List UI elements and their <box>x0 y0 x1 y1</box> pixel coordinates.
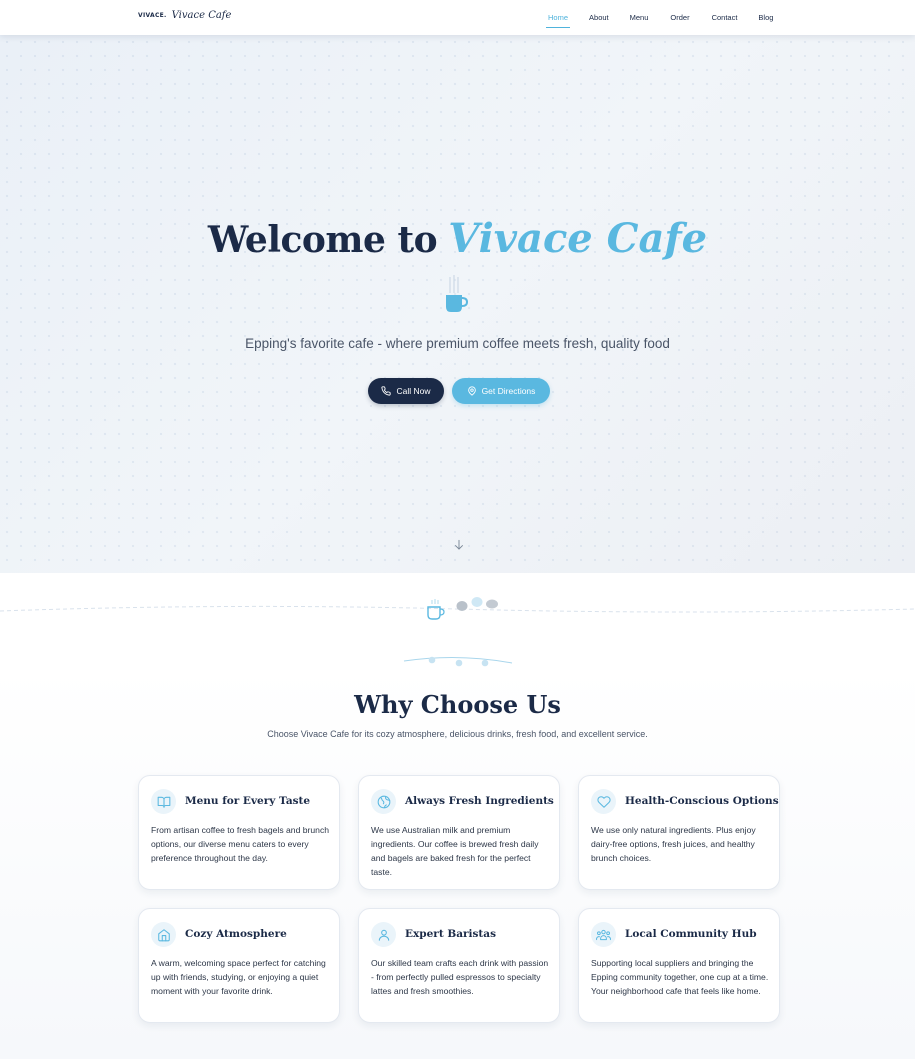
top-nav: VIVACE. Vivace Cafe Home About Menu Orde… <box>0 0 915 35</box>
feature-card-title: Always Fresh Ingredients <box>405 795 554 807</box>
arrow-down-icon[interactable] <box>452 538 466 552</box>
user-icon <box>371 922 396 947</box>
nav-link-order[interactable]: Order <box>670 13 689 22</box>
feature-card-title: Expert Baristas <box>405 928 496 940</box>
coffee-beans-icon <box>456 597 498 611</box>
section-subtitle: Choose Vivace Cafe for its cozy atmosphe… <box>267 729 648 739</box>
hero-section: Welcome to Vivace Cafe Epping's favorite… <box>0 35 915 573</box>
logo[interactable]: VIVACE. Vivace Cafe <box>138 10 231 21</box>
people-icon <box>591 922 616 947</box>
hero-title-welcome: Welcome to <box>207 219 438 261</box>
call-now-button[interactable]: Call Now <box>368 378 444 404</box>
logo-mark: VIVACE. <box>138 12 167 19</box>
book-icon <box>151 789 176 814</box>
get-directions-button[interactable]: Get Directions <box>452 378 550 404</box>
home-icon <box>151 922 176 947</box>
feature-card-desc: We use Australian milk and premium ingre… <box>371 825 539 877</box>
phone-icon <box>381 386 392 396</box>
feature-card-atmosphere: Cozy Atmosphere A warm, welcoming space … <box>138 908 340 1023</box>
nav-link-home[interactable]: Home <box>545 13 571 28</box>
feature-card-menu: Menu for Every Taste From artisan coffee… <box>138 775 340 890</box>
feature-card-desc: From artisan coffee to fresh bagels and … <box>151 825 330 863</box>
nav-links: Home About Menu Order Contact Blog <box>540 0 773 35</box>
feature-card-baristas: Expert Baristas Our skilled team crafts … <box>358 908 560 1023</box>
feature-card-community: Local Community Hub Supporting local sup… <box>578 908 780 1023</box>
nav-link-contact[interactable]: Contact <box>712 13 738 22</box>
feature-card-health: Health-Conscious Options We use only nat… <box>578 775 780 890</box>
hero-subtitle: Epping's favorite cafe - where premium c… <box>245 336 670 351</box>
feature-card-desc: We use only natural ingredients. Plus en… <box>591 825 756 863</box>
feature-card-title: Health-Conscious Options <box>625 795 779 807</box>
feature-card-fresh: Always Fresh Ingredients We use Australi… <box>358 775 560 890</box>
feature-card-title: Menu for Every Taste <box>185 795 311 807</box>
why-choose-us-section: Why Choose Us Choose Vivace Cafe for its… <box>0 668 915 1059</box>
hero-title-brand: Vivace Cafe <box>448 215 708 262</box>
nav-link-menu[interactable]: Menu <box>630 13 649 22</box>
heart-icon <box>591 789 616 814</box>
map-pin-icon <box>467 386 476 396</box>
coffee-cup-icon <box>446 275 469 312</box>
get-directions-label: Get Directions <box>481 386 536 396</box>
feature-card-desc: Supporting local suppliers and bringing … <box>591 958 769 996</box>
section-divider <box>0 597 915 667</box>
hero-title: Welcome to Vivace Cafe <box>0 215 915 262</box>
feature-card-title: Cozy Atmosphere <box>185 928 287 940</box>
feature-card-title: Local Community Hub <box>625 928 757 940</box>
section-title: Why Choose Us <box>354 690 561 719</box>
dot-decoration <box>428 656 436 664</box>
feature-card-desc: Our skilled team crafts each drink with … <box>371 958 549 996</box>
nav-link-blog[interactable]: Blog <box>758 13 773 22</box>
nav-link-about[interactable]: About <box>589 13 609 22</box>
call-now-label: Call Now <box>396 386 431 396</box>
small-coffee-cup-icon <box>427 599 445 620</box>
feature-card-desc: A warm, welcoming space perfect for catc… <box>151 958 326 996</box>
logo-script: Vivace Cafe <box>171 10 232 21</box>
dot-decoration <box>455 659 463 667</box>
dot-decoration <box>481 659 489 667</box>
globe-icon <box>371 789 396 814</box>
